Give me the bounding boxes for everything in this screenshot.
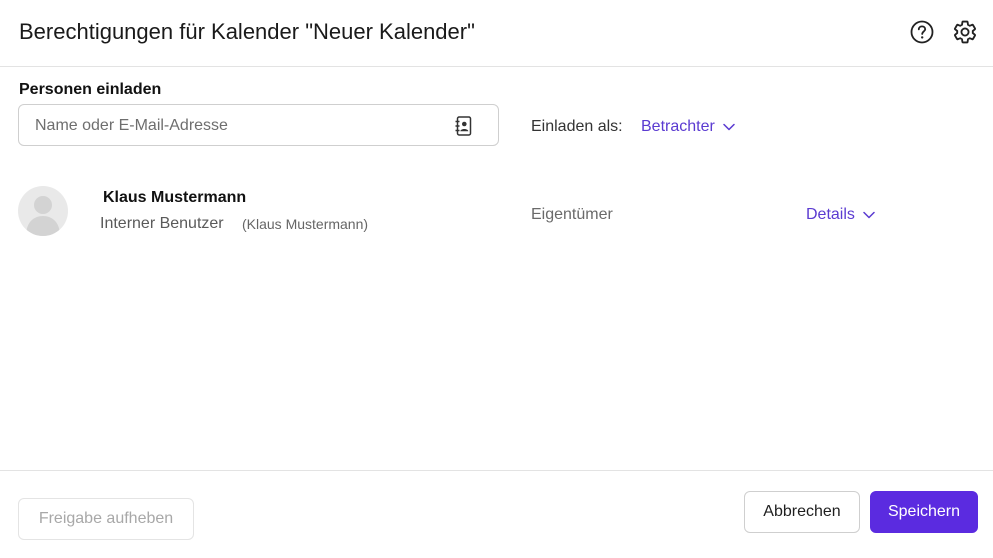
invite-search-box[interactable] (18, 104, 499, 146)
unshare-button[interactable]: Freigabe aufheben (18, 498, 194, 540)
user-role: Eigentümer (531, 206, 613, 223)
address-book-icon[interactable] (455, 116, 473, 136)
invite-section-label: Personen einladen (19, 81, 162, 98)
user-details-label: Details (806, 206, 855, 223)
avatar (18, 186, 68, 236)
dialog-title: Berechtigungen für Kalender "Neuer Kalen… (19, 19, 475, 44)
invite-search-input[interactable] (35, 115, 445, 137)
invite-role-value: Betrachter (641, 118, 715, 135)
chevron-down-icon (863, 211, 875, 219)
chevron-down-icon (723, 123, 735, 131)
invite-as-label: Einladen als: (531, 118, 623, 135)
user-login: (Klaus Mustermann) (242, 216, 369, 232)
user-silhouette-icon (26, 196, 60, 236)
dialog-header: Berechtigungen für Kalender "Neuer Kalen… (0, 0, 993, 67)
dialog-footer: Freigabe aufheben Abbrechen Speichern (0, 470, 993, 558)
user-details-dropdown[interactable]: Details (806, 204, 875, 226)
help-icon[interactable] (909, 19, 935, 45)
cancel-button[interactable]: Abbrechen (744, 491, 860, 533)
user-type: Interner Benutzer (100, 215, 224, 232)
invite-role-dropdown[interactable]: Betrachter (641, 116, 735, 138)
gear-icon[interactable] (952, 19, 978, 45)
save-button[interactable]: Speichern (870, 491, 978, 533)
user-name: Klaus Mustermann (103, 189, 247, 206)
